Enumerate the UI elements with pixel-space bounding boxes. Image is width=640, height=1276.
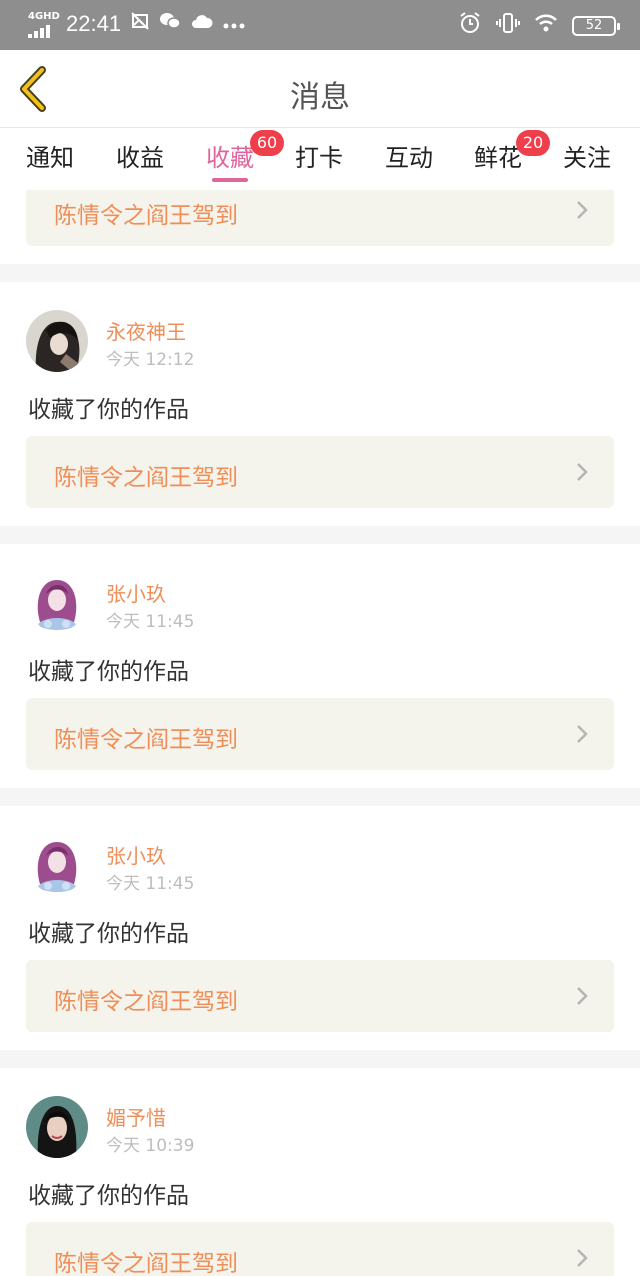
timestamp: 今天 12:12 bbox=[106, 350, 195, 370]
battery-icon: 52 bbox=[572, 15, 620, 36]
avatar[interactable] bbox=[26, 1096, 88, 1158]
list-item: 张小玖 今天 11:45 收藏了你的作品 陈情令之阎王驾到 bbox=[0, 544, 640, 788]
username[interactable]: 张小玖 bbox=[106, 840, 166, 869]
active-tab-indicator bbox=[212, 178, 248, 182]
tab-badge: 20 bbox=[516, 130, 550, 156]
tab-flowers[interactable]: 鲜花 20 bbox=[474, 130, 550, 173]
list-item: 媚予惜 今天 10:39 收藏了你的作品 陈情令之阎王驾到 bbox=[0, 1068, 640, 1276]
cloud-icon bbox=[191, 13, 213, 34]
chevron-right-icon bbox=[577, 725, 588, 743]
work-link[interactable]: 陈情令之阎王驾到 bbox=[26, 436, 614, 508]
cellular-signal-icon: 4GHD bbox=[28, 9, 60, 38]
list-item: 陈情令之阎王驾到 bbox=[0, 190, 640, 264]
tab-earnings[interactable]: 收益 bbox=[116, 138, 164, 173]
tab-label: 鲜花 bbox=[474, 144, 522, 172]
tab-following[interactable]: 关注 bbox=[563, 138, 611, 173]
tab-interactions[interactable]: 互动 bbox=[385, 138, 433, 173]
status-bar: 4GHD 22:41 52 bbox=[0, 0, 640, 50]
username[interactable]: 张小玖 bbox=[106, 578, 166, 607]
alarm-icon bbox=[458, 11, 482, 40]
tab-bar: 通知 收益 收藏 60 打卡 互动 鲜花 20 关注 bbox=[0, 128, 640, 190]
action-text: 收藏了你的作品 bbox=[28, 659, 189, 685]
tab-label: 打卡 bbox=[295, 144, 343, 172]
tab-badge: 60 bbox=[250, 130, 284, 156]
vibrate-icon bbox=[496, 11, 520, 40]
chevron-right-icon bbox=[577, 1249, 588, 1267]
chevron-right-icon bbox=[577, 987, 588, 1005]
tab-checkin[interactable]: 打卡 bbox=[295, 138, 343, 173]
timestamp: 今天 11:45 bbox=[106, 612, 195, 632]
work-title: 陈情令之阎王驾到 bbox=[54, 203, 238, 229]
list-item: 张小玖 今天 11:45 收藏了你的作品 陈情令之阎王驾到 bbox=[0, 806, 640, 1050]
work-title: 陈情令之阎王驾到 bbox=[54, 1251, 238, 1276]
tab-label: 收益 bbox=[116, 144, 164, 172]
chevron-right-icon bbox=[577, 201, 588, 219]
username[interactable]: 永夜神王 bbox=[106, 316, 186, 345]
wifi-icon bbox=[534, 13, 558, 38]
battery-level: 52 bbox=[585, 17, 603, 33]
work-title: 陈情令之阎王驾到 bbox=[54, 727, 238, 753]
avatar[interactable] bbox=[26, 572, 88, 634]
action-text: 收藏了你的作品 bbox=[28, 397, 189, 423]
chevron-right-icon bbox=[577, 463, 588, 481]
message-feed[interactable]: 陈情令之阎王驾到 永夜神王 今天 12:12 收藏了你的作品 陈情令之阎王驾到 bbox=[0, 190, 640, 1276]
work-link[interactable]: 陈情令之阎王驾到 bbox=[26, 1222, 614, 1276]
tab-notifications[interactable]: 通知 bbox=[26, 138, 74, 173]
username[interactable]: 媚予惜 bbox=[106, 1102, 166, 1131]
timestamp: 今天 11:45 bbox=[106, 874, 195, 894]
more-dots-icon bbox=[223, 13, 245, 34]
work-title: 陈情令之阎王驾到 bbox=[54, 465, 238, 491]
image-icon bbox=[131, 12, 149, 35]
action-text: 收藏了你的作品 bbox=[28, 921, 189, 947]
status-time: 22:41 bbox=[66, 10, 122, 36]
list-item: 永夜神王 今天 12:12 收藏了你的作品 陈情令之阎王驾到 bbox=[0, 282, 640, 526]
work-link[interactable]: 陈情令之阎王驾到 bbox=[26, 960, 614, 1032]
tab-favorites[interactable]: 收藏 60 bbox=[206, 130, 284, 173]
tab-label: 通知 bbox=[26, 144, 74, 172]
tab-label: 收藏 bbox=[206, 144, 254, 172]
network-type: 4GHD bbox=[28, 11, 60, 22]
work-link[interactable]: 陈情令之阎王驾到 bbox=[26, 190, 614, 246]
work-title: 陈情令之阎王驾到 bbox=[54, 989, 238, 1015]
header: 消息 bbox=[0, 50, 640, 128]
tab-label: 关注 bbox=[563, 144, 611, 172]
wechat-icon bbox=[159, 12, 181, 35]
work-link[interactable]: 陈情令之阎王驾到 bbox=[26, 698, 614, 770]
page-title: 消息 bbox=[290, 80, 350, 115]
avatar[interactable] bbox=[26, 834, 88, 896]
action-text: 收藏了你的作品 bbox=[28, 1183, 189, 1209]
timestamp: 今天 10:39 bbox=[106, 1136, 195, 1156]
tab-label: 互动 bbox=[385, 144, 433, 172]
avatar[interactable] bbox=[26, 310, 88, 372]
